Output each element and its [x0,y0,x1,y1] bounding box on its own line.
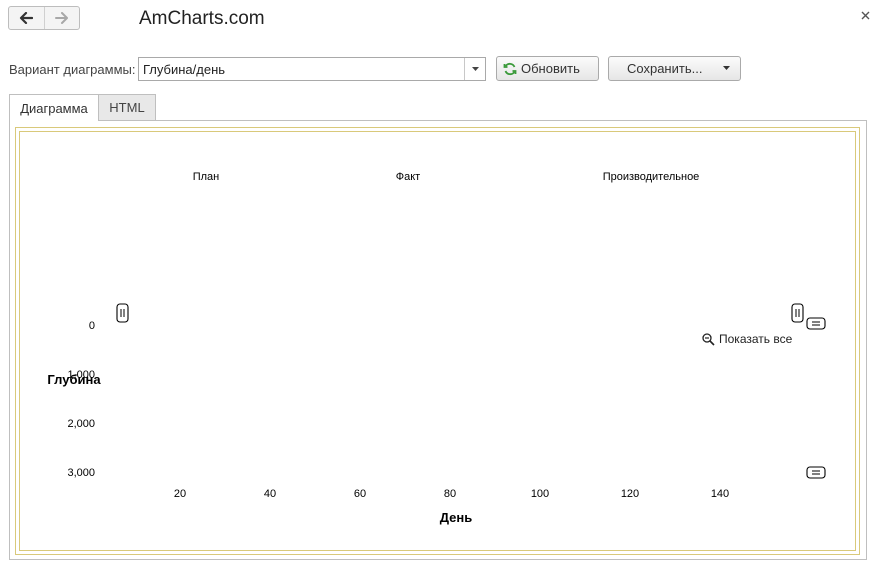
x-tick-label: 40 [264,488,276,500]
x-tick-label: 60 [354,488,366,500]
x-axis-label: День [440,510,473,525]
x-tick-label: 100 [531,488,549,500]
tab-chart[interactable]: Диаграмма [9,94,99,121]
scrollbar-right-handle[interactable] [791,303,804,323]
y-tick-label: 3,000 [67,467,95,479]
legend-entry[interactable]: План [193,171,220,183]
x-tick-label: 20 [174,488,186,500]
scrollbar-left-handle[interactable] [116,303,129,323]
x-tick-label: 80 [444,488,456,500]
x-tick-label: 120 [621,488,639,500]
x-tick-label: 140 [711,488,729,500]
value-scroll-top-handle[interactable] [806,317,826,330]
zoom-out-label: Показать все [719,332,793,346]
y-axis-label: Глубина [47,372,101,387]
magnifier-icon [702,332,715,346]
zoom-out-button[interactable]: Показать все [702,332,792,346]
legend-entry[interactable]: Факт [396,171,420,183]
value-scroll-bottom-handle[interactable] [806,466,826,479]
legend-entry[interactable]: Производительное [603,171,700,183]
chart-svg: План Факт Производительное 20 40 60 80 100 120 1… [47,171,826,525]
y-tick-label: 2,000 [67,418,95,430]
y-tick-label: 0 [89,320,95,332]
